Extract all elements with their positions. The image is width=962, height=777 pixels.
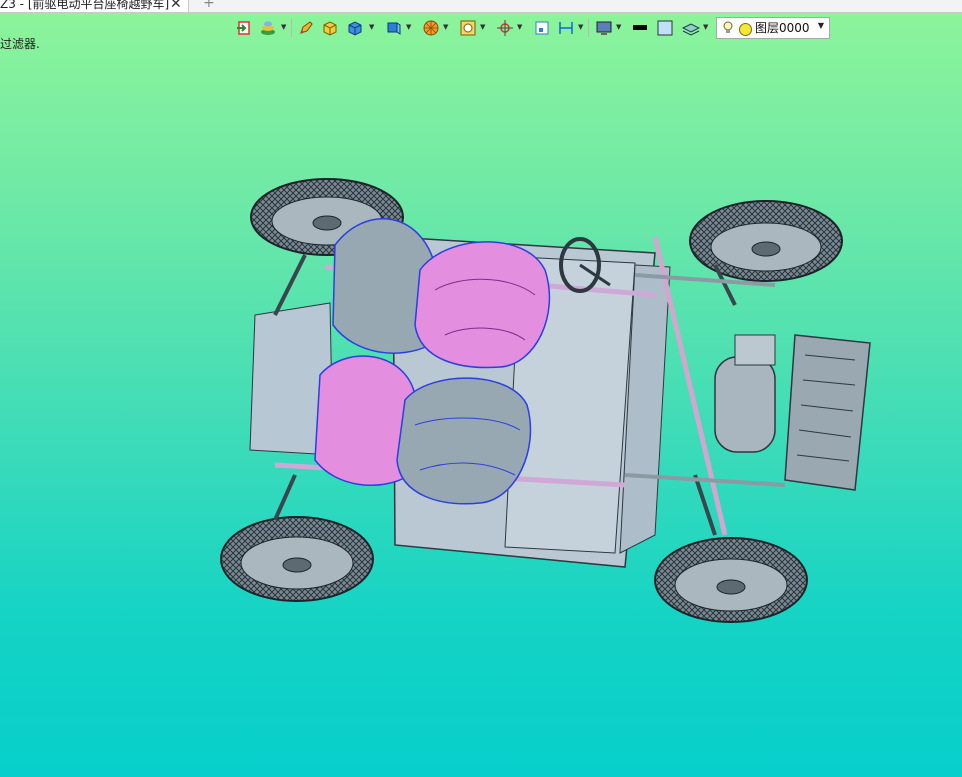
box-yellow-icon[interactable] [320,18,340,38]
wireframe-ball-icon[interactable] [421,18,441,38]
zoom-icon[interactable] [458,18,478,38]
shaded-box-icon[interactable] [384,18,404,38]
filter-label: 过滤器. [0,37,40,51]
layer-color-dot [739,23,752,36]
wheel-rear-left [220,516,374,602]
layer-name: 图层0000 [755,21,810,35]
wheel-front-right [689,200,843,282]
document-tab-bar: Z3 - [前驱电动平台座椅越野车] ✕ + [0,0,962,13]
vehicle-3d-model[interactable] [215,175,875,630]
box-blue-icon[interactable] [345,18,365,38]
wheel-rear-right [654,537,808,623]
chevron-down-icon[interactable]: ▼ [480,23,485,31]
chevron-down-icon[interactable]: ▼ [369,23,374,31]
toolbar-separator [588,19,589,37]
material-icon[interactable] [258,18,278,38]
view-toolbar: ▼ ▼ ▼ ▼ ▼ ▼ ▼ ▼ ▼ 图层0000 ▼ [234,17,834,39]
color-black-icon[interactable] [630,18,650,38]
frame-icon[interactable] [532,18,552,38]
lightbulb-icon [723,21,733,33]
new-tab-icon[interactable]: + [203,0,215,11]
layer-select[interactable]: 图层0000 ▼ [716,17,830,39]
chevron-down-icon[interactable]: ▼ [443,23,448,31]
color-lightblue-icon[interactable] [655,18,675,38]
drive-motor [714,334,776,453]
chevron-down-icon[interactable]: ▼ [517,23,522,31]
dimension-icon[interactable] [556,18,576,38]
toolbar-separator [291,19,292,37]
battery-pack [784,334,871,491]
document-tab[interactable]: Z3 - [前驱电动平台座椅越野车] ✕ [0,0,189,12]
chevron-down-icon[interactable]: ▼ [406,23,411,31]
chevron-down-icon[interactable]: ▼ [578,23,583,31]
chevron-down-icon[interactable]: ▼ [281,23,286,31]
close-icon[interactable]: ✕ [170,0,182,12]
document-tab-title: Z3 - [前驱电动平台座椅越野车] [0,0,170,11]
pencil-icon[interactable] [296,18,316,38]
exit-sketch-icon[interactable] [234,18,254,38]
chevron-down-icon[interactable]: ▼ [818,16,824,36]
display-icon[interactable] [594,18,614,38]
layers-icon[interactable] [681,18,701,38]
chevron-down-icon[interactable]: ▼ [703,23,708,31]
chevron-down-icon[interactable]: ▼ [616,23,621,31]
orient-icon[interactable] [495,18,515,38]
